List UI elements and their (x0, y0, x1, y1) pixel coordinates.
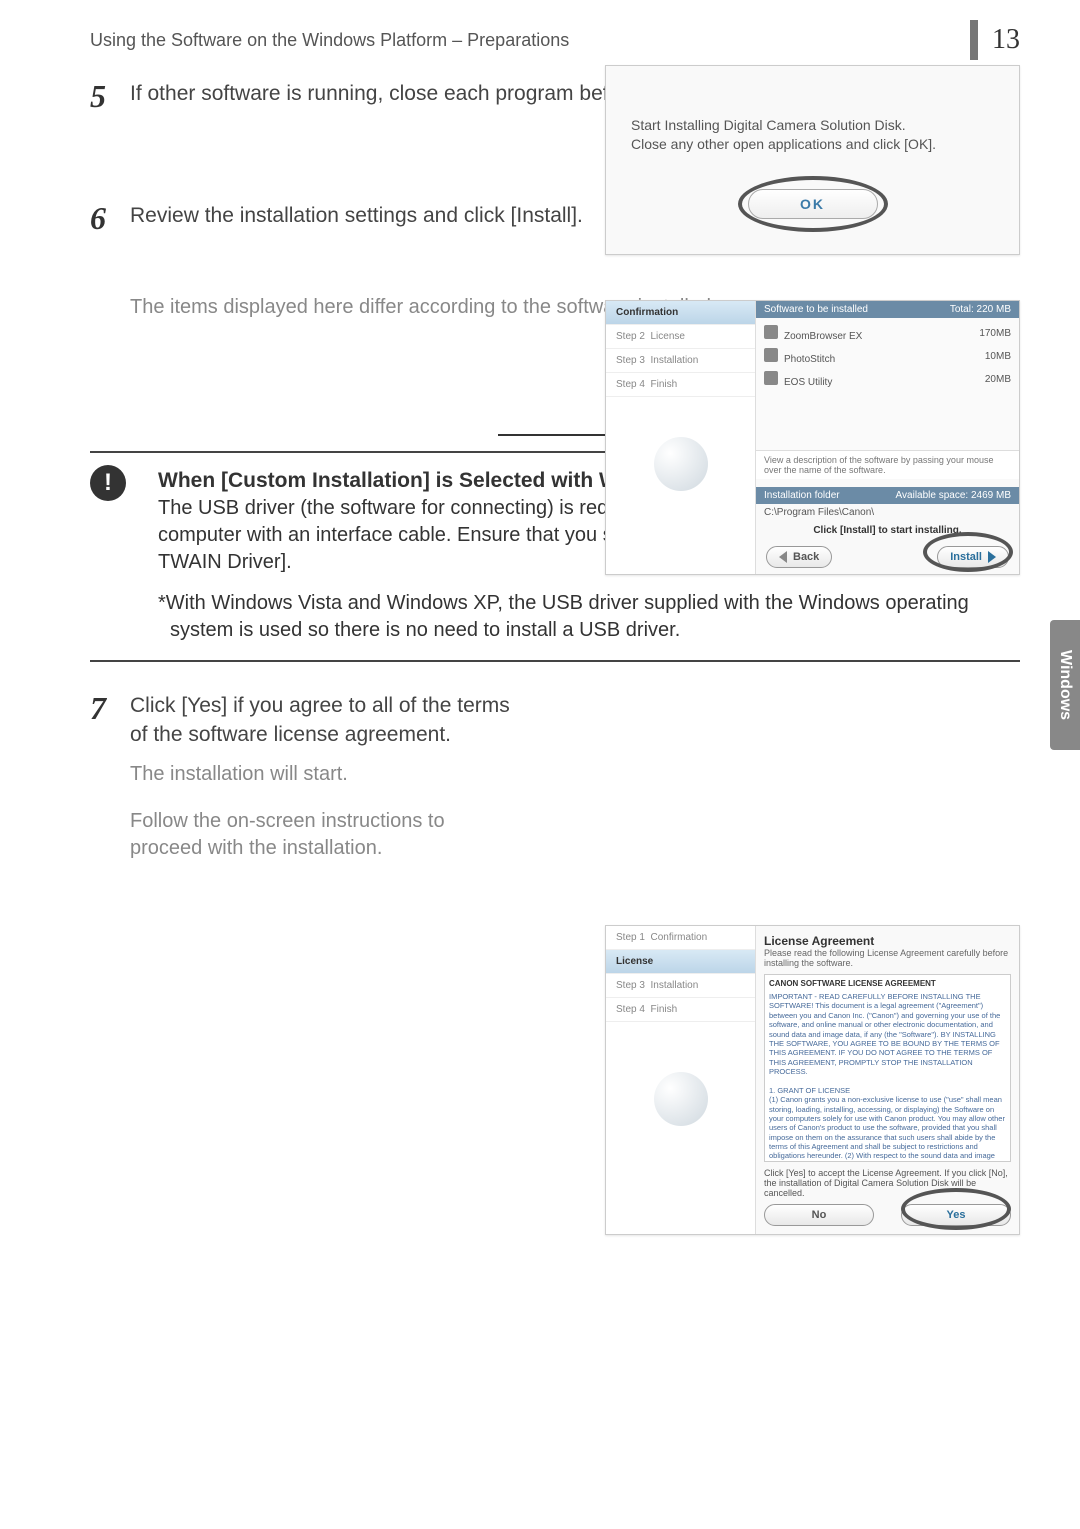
license-body1: IMPORTANT - READ CAREFULLY BEFORE INSTAL… (769, 992, 1000, 1076)
step-7: 7 Click [Yes] if you agree to all of the… (90, 692, 1020, 862)
sidebar-step-finish: Step 4 Finish (606, 998, 755, 1022)
install-folder-title: Installation folder (764, 490, 840, 501)
sidebar-step-confirmation: Confirmation (606, 301, 755, 325)
note-sub: *With Windows Vista and Windows XP, the … (158, 590, 1000, 644)
software-list-header: Software to be installed Total: 220 MB (756, 301, 1019, 318)
install-folder-space: Available space: 2469 MB (896, 490, 1011, 501)
decorative-sphere (654, 437, 708, 491)
sidebar-step-finish: Step 4 Finish (606, 373, 755, 397)
step-number: 5 (90, 80, 130, 112)
install-folder-path: C:\Program Files\Canon\ (756, 504, 1019, 521)
dialog-line1: Start Installing Digital Camera Solution… (631, 116, 994, 135)
sidebar-step-license: License (606, 950, 755, 974)
sidebar-step-confirmation: Step 1 Confirmation (606, 926, 755, 950)
page-number: 13 (992, 24, 1020, 56)
license-screenshot: Step 1 Confirmation License Step 3 Insta… (605, 925, 1020, 1235)
software-list-title: Software to be installed (764, 304, 868, 315)
step-number: 7 (90, 692, 130, 724)
app-icon (764, 348, 778, 362)
page-header: Using the Software on the Windows Platfo… (90, 20, 1020, 60)
step-7-note2: Follow the on-screen instructions to pro… (130, 808, 510, 862)
decorative-sphere (654, 1072, 708, 1126)
license-heading: CANON SOFTWARE LICENSE AGREEMENT (769, 979, 1006, 989)
page-number-bar (970, 20, 978, 60)
license-title: License Agreement (764, 934, 1011, 948)
software-list-total: Total: 220 MB (950, 304, 1011, 315)
dialog-ok-screenshot: Start Installing Digital Camera Solution… (605, 65, 1020, 255)
highlight-circle (738, 176, 888, 232)
warning-icon: ! (90, 465, 126, 501)
back-button[interactable]: Back (766, 546, 832, 568)
list-item: EOS Utility20MB (764, 368, 1011, 391)
step-number: 6 (90, 202, 130, 234)
license-h2: 1. GRANT OF LICENSE (769, 1086, 850, 1095)
license-textarea[interactable]: CANON SOFTWARE LICENSE AGREEMENT IMPORTA… (764, 974, 1011, 1162)
installer-steps-sidebar: Confirmation Step 2 License Step 3 Insta… (606, 301, 756, 574)
list-item: PhotoStitch10MB (764, 345, 1011, 368)
sidebar-step-installation: Step 3 Installation (606, 349, 755, 373)
license-body2: (1) Canon grants you a non-exclusive lic… (769, 1095, 1005, 1162)
step-7-text: Click [Yes] if you agree to all of the t… (130, 692, 510, 749)
installer-confirm-screenshot: Confirmation Step 2 License Step 3 Insta… (605, 300, 1020, 575)
app-icon (764, 325, 778, 339)
sidebar-step-installation: Step 3 Installation (606, 974, 755, 998)
install-folder-header: Installation folder Available space: 246… (756, 487, 1019, 504)
installer-steps-sidebar: Step 1 Confirmation License Step 3 Insta… (606, 926, 756, 1234)
arrow-left-icon (779, 551, 787, 563)
app-icon (764, 371, 778, 385)
side-tab-windows: Windows (1050, 620, 1080, 750)
no-button[interactable]: No (764, 1204, 874, 1226)
dialog-line2: Close any other open applications and cl… (631, 135, 994, 154)
step-7-note1: The installation will start. (130, 761, 1000, 788)
sidebar-step-license: Step 2 License (606, 325, 755, 349)
highlight-circle (901, 1188, 1011, 1230)
header-title: Using the Software on the Windows Platfo… (90, 30, 569, 51)
license-sub: Please read the following License Agreem… (764, 948, 1011, 968)
page-number-box: 13 (970, 20, 1020, 60)
software-list: ZoomBrowser EX170MB PhotoStitch10MB EOS … (756, 318, 1019, 450)
list-item: ZoomBrowser EX170MB (764, 322, 1011, 345)
highlight-circle (923, 532, 1013, 572)
software-desc: View a description of the software by pa… (756, 450, 1019, 479)
